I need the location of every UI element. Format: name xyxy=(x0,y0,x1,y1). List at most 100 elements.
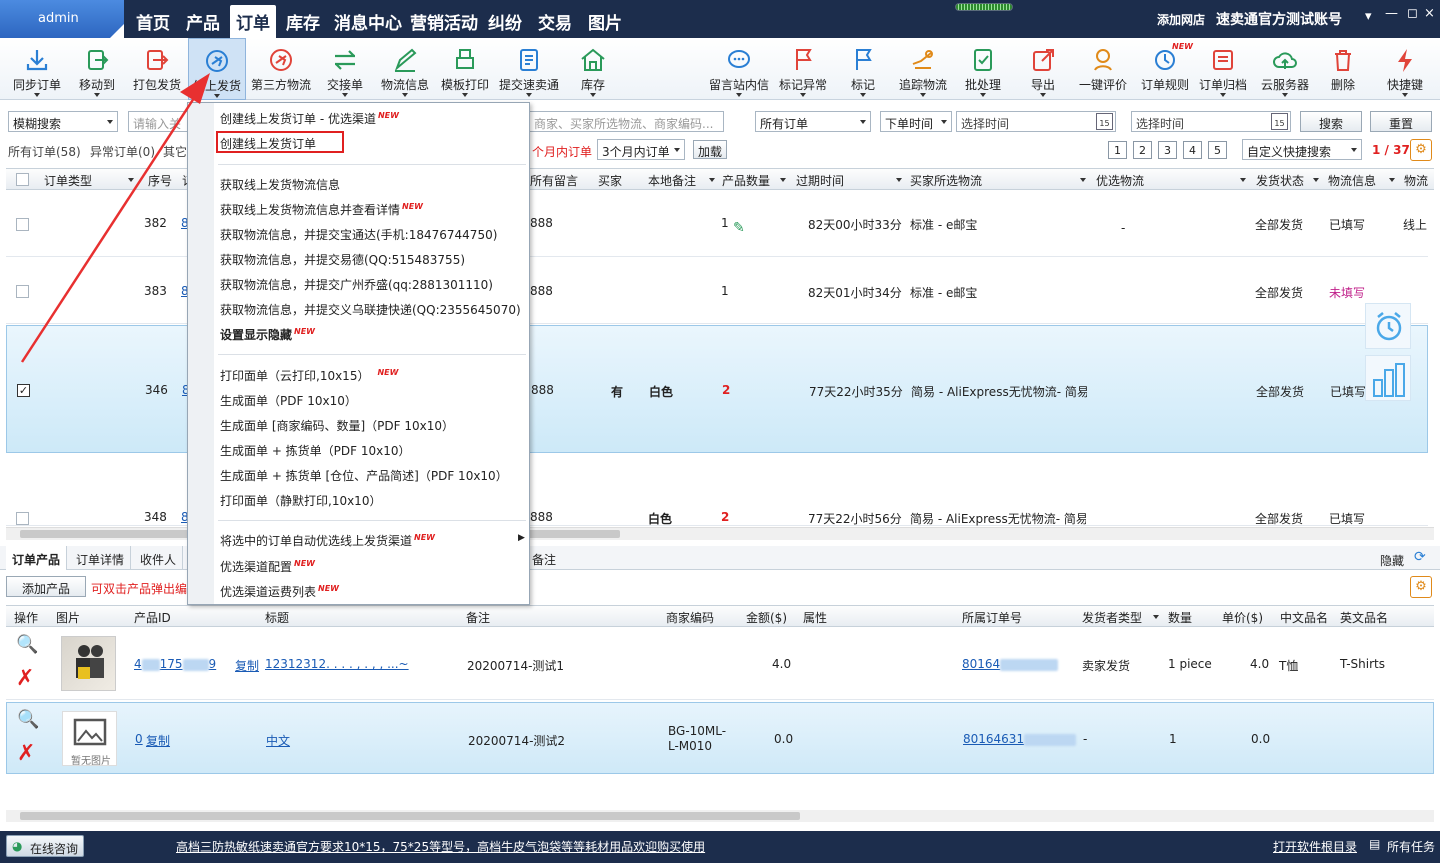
col-preferred-logistics[interactable]: 优选物流 xyxy=(1096,172,1144,189)
tasks-icon[interactable]: ▤ xyxy=(1369,837,1380,851)
tab-recipient[interactable]: 收件人 xyxy=(134,546,184,570)
product-id-link[interactable]: 4 175 9 xyxy=(134,657,216,671)
row-checkbox[interactable] xyxy=(16,218,29,231)
order-no-link[interactable]: 80164631 xyxy=(963,732,1077,746)
menu-auto-preferred-channel[interactable]: 将选中的订单自动优选线上发货渠道 NEW xyxy=(220,532,435,549)
time-type-select[interactable]: 下单时间 xyxy=(880,111,952,132)
track-logistics-button[interactable]: 追踪物流 xyxy=(894,38,952,100)
period-select[interactable]: 3个月内订单 xyxy=(597,139,685,160)
page-4-button[interactable]: 4 xyxy=(1183,141,1202,159)
order-archive-button[interactable]: 订单归档 xyxy=(1196,38,1250,100)
col-messages[interactable]: 所有留言 xyxy=(530,172,578,189)
online-ship-button[interactable]: 线上发货 xyxy=(188,38,246,100)
menu-submit-qiaosheng[interactable]: 获取物流信息，并提交广州乔盛(qq:2881301110) xyxy=(220,276,493,293)
keyword-input[interactable]: 请输入关 xyxy=(128,111,188,132)
delete-button[interactable]: 删除 xyxy=(1318,38,1368,100)
menu-create-online-order-preferred[interactable]: 创建线上发货订单 - 优选渠道 NEW xyxy=(220,110,399,127)
menu-submit-baotongda[interactable]: 获取物流信息，并提交宝通达(手机:18476744750) xyxy=(220,226,497,243)
menu-print-silent[interactable]: 打印面单（静默打印,10x10） xyxy=(220,492,381,509)
order-no-link[interactable]: 80164 xyxy=(962,657,1059,671)
menu-get-online-logistics[interactable]: 获取线上发货物流信息 xyxy=(220,176,340,193)
calendar-icon[interactable]: 15 xyxy=(1096,113,1113,130)
mark-button[interactable]: 标记 xyxy=(836,38,890,100)
date-from-input[interactable]: 选择时间 15 xyxy=(956,111,1116,132)
row-checkbox[interactable] xyxy=(16,285,29,298)
account-dropdown-icon[interactable]: ▾ xyxy=(1365,9,1372,24)
col-expire[interactable]: 过期时间 xyxy=(796,172,844,189)
one-click-rate-button[interactable]: 一键评价 xyxy=(1076,38,1130,100)
menu-print-cloud[interactable]: 打印面单（云打印,10x15） NEW xyxy=(220,367,398,384)
reset-button[interactable]: 重置 xyxy=(1370,111,1432,132)
col-ship-status[interactable]: 发货状态 xyxy=(1256,172,1304,189)
title-link[interactable]: 12312312. . . . , . , , ...~ xyxy=(265,657,415,671)
product-id-link[interactable]: 0 xyxy=(135,732,143,746)
tab-other[interactable]: 其它 xyxy=(163,143,187,160)
nav-messages[interactable]: 消息中心 xyxy=(334,9,402,34)
row-checkbox[interactable] xyxy=(16,512,29,525)
stats-widget[interactable] xyxy=(1365,355,1411,401)
tab-order-products[interactable]: 订单产品 xyxy=(6,546,68,570)
message-button[interactable]: 留言站内信 xyxy=(706,38,772,100)
page-1-button[interactable]: 1 xyxy=(1108,141,1127,159)
product-column-settings-icon[interactable]: ⚙ xyxy=(1410,576,1432,598)
submit-aliexpress-button[interactable]: 提交速卖通 xyxy=(496,38,562,100)
add-store-link[interactable]: 添加网店 xyxy=(1157,11,1205,28)
nav-products[interactable]: 产品 xyxy=(186,9,220,34)
title-link[interactable]: 中文 xyxy=(266,732,290,749)
restore-button[interactable]: ◻ xyxy=(1407,6,1418,21)
batch-button[interactable]: 批处理 xyxy=(956,38,1010,100)
menu-preferred-channel-config[interactable]: 优选渠道配置 NEW xyxy=(220,558,315,575)
online-consult-button[interactable]: ◕ 在线咨询 xyxy=(6,835,84,857)
nav-disputes[interactable]: 纠纷 xyxy=(488,9,522,34)
logistics-info-button[interactable]: 物流信息 xyxy=(376,38,434,100)
col-buyer[interactable]: 买家 xyxy=(598,172,622,189)
sync-orders-button[interactable]: 同步订单 xyxy=(8,38,66,100)
select-all-checkbox[interactable] xyxy=(16,173,29,186)
scrollbar-thumb[interactable] xyxy=(20,812,800,820)
view-icon[interactable]: 🔍 xyxy=(16,634,38,655)
quick-search-select[interactable]: 自定义快捷搜索 xyxy=(1242,139,1362,160)
menu-generate-pdf-picklist-location[interactable]: 生成面单 + 拣货单 [仓位、产品简述]（PDF 10x10） xyxy=(220,467,508,484)
page-2-button[interactable]: 2 xyxy=(1133,141,1152,159)
add-product-button[interactable]: 添加产品 xyxy=(6,576,86,597)
warehouse-button[interactable]: 库存 xyxy=(566,38,620,100)
row-checkbox-checked[interactable]: ✓ xyxy=(17,384,30,397)
menu-submit-yide[interactable]: 获取物流信息，并提交易德(QQ:515483755) xyxy=(220,251,465,268)
move-to-button[interactable]: 移动到 xyxy=(68,38,126,100)
third-party-logistics-button[interactable]: 第三方物流 xyxy=(248,38,314,100)
tab-all-orders[interactable]: 所有订单(58) xyxy=(8,143,81,160)
minimize-button[interactable]: — xyxy=(1385,6,1398,21)
keyword-hint[interactable]: 商家、买家所选物流、商家编码... xyxy=(530,111,724,132)
product-row[interactable]: 🔍 ✗ 4 175 9 复制 12312312. . . . , . , , ...… xyxy=(6,628,1434,700)
refresh-icon[interactable]: ⟳ xyxy=(1414,549,1426,565)
column-settings-icon[interactable]: ⚙ xyxy=(1410,139,1432,161)
remove-icon[interactable]: ✗ xyxy=(16,666,34,691)
page-3-button[interactable]: 3 xyxy=(1158,141,1177,159)
ad-link[interactable]: 高档三防热敏纸速卖通官方要求10*15，75*25等型号，高档牛皮气泡袋等等耗材… xyxy=(176,838,705,855)
nav-transactions[interactable]: 交易 xyxy=(538,9,572,34)
remove-icon[interactable]: ✗ xyxy=(17,741,35,766)
copy-link[interactable]: 复制 xyxy=(235,657,259,674)
search-button[interactable]: 搜索 xyxy=(1300,111,1362,132)
tab-notes[interactable]: 备注 xyxy=(532,551,556,568)
search-type-select[interactable]: 模糊搜索 xyxy=(8,111,118,132)
col-logistics-info[interactable]: 物流信息 xyxy=(1328,172,1376,189)
template-print-button[interactable]: 模板打印 xyxy=(436,38,494,100)
shortcut-button[interactable]: 快捷键 xyxy=(1378,38,1432,100)
col-local-note[interactable]: 本地备注 xyxy=(648,172,696,189)
product-row-selected[interactable]: 🔍 ✗ 暂无图片 0 复制 中文 20200714-测试2 BG-10ML-L-… xyxy=(6,702,1434,774)
nav-marketing[interactable]: 营销活动 xyxy=(410,9,478,34)
tab-order-details[interactable]: 订单详情 xyxy=(70,546,132,570)
all-tasks-button[interactable]: 所有任务 xyxy=(1387,838,1435,855)
copy-link[interactable]: 复制 xyxy=(146,732,170,749)
nav-images[interactable]: 图片 xyxy=(588,9,622,34)
pack-ship-button[interactable]: 打包发货 xyxy=(128,38,186,100)
menu-generate-pdf[interactable]: 生成面单（PDF 10x10） xyxy=(220,392,357,409)
order-rules-button[interactable]: NEW 订单规则 xyxy=(1136,38,1194,100)
load-button[interactable]: 加载 xyxy=(693,140,727,159)
export-button[interactable]: 导出 xyxy=(1016,38,1070,100)
alarm-widget[interactable] xyxy=(1365,303,1411,349)
cloud-server-button[interactable]: 云服务器 xyxy=(1256,38,1314,100)
menu-create-online-order[interactable]: 创建线上发货订单 xyxy=(220,135,316,152)
page-5-button[interactable]: 5 xyxy=(1208,141,1227,159)
